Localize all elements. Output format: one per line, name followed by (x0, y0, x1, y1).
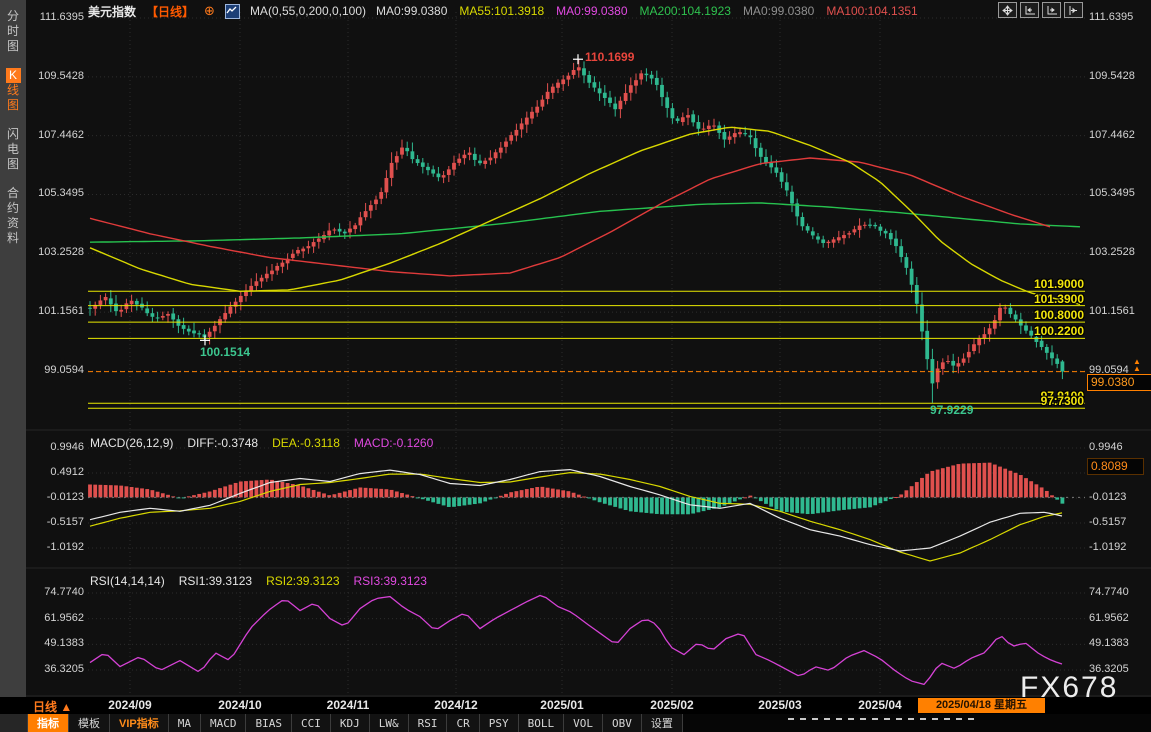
ma-value: MA100:104.1351 (826, 4, 917, 18)
toolbar-button-template[interactable]: 模板 (69, 714, 110, 732)
ma-value: MA0:99.0380 (556, 4, 627, 18)
toolbar-button-obv[interactable]: OBV (603, 714, 642, 732)
toolbar-button-rsi[interactable]: RSI (409, 714, 448, 732)
chart-tool-buttons (998, 2, 1083, 18)
date-label: 2024/11 (327, 698, 370, 712)
toolbar-button-cr[interactable]: CR (447, 714, 479, 732)
toolbar-button-lw[interactable]: LW& (370, 714, 409, 732)
pan-icon[interactable] (998, 2, 1017, 18)
toolbar-button-settings[interactable]: 设置 (642, 714, 683, 732)
left-sidebar: 分时图 K线图闪电图合约资料 (0, 0, 26, 697)
line-chart-icon (225, 4, 240, 19)
ma-values: MA0:99.0380 MA55:101.3918 MA0:99.0380 MA200… (376, 4, 918, 18)
sidebar-item-time-chart[interactable]: 分时图 (0, 9, 26, 54)
date-label: 2024/10 (218, 698, 261, 712)
sidebar-item-contract-info[interactable]: 合约资料 (0, 186, 26, 246)
toolbar-button-vip-indicator[interactable]: VIP指标 (110, 714, 169, 732)
toolbar-button-vol[interactable]: VOL (564, 714, 603, 732)
dash-marks (788, 718, 980, 720)
toolbar-button-cci[interactable]: CCI (292, 714, 331, 732)
macd-dea-value: DEA:-0.3118 (272, 436, 340, 450)
period-selector[interactable]: 日线 ▲ (33, 698, 72, 715)
symbol-title: 美元指数 (88, 3, 136, 20)
axis-expand-icon[interactable] (1020, 2, 1039, 18)
add-indicator-icon[interactable]: ⊕ (204, 3, 215, 19)
toolbar-button-ma[interactable]: MA (169, 714, 201, 732)
jump-latest-icon[interactable] (1064, 2, 1083, 18)
toolbar-button-kdj[interactable]: KDJ (331, 714, 370, 732)
bottom-toolbar: 指标模板VIP指标MAMACDBIASCCIKDJLW&RSICRPSYBOLL… (0, 714, 1151, 732)
rsi-formula: RSI(14,14,14) (90, 574, 165, 588)
macd-macd-value: MACD:-0.1260 (354, 436, 433, 450)
toolbar-button-indicator[interactable]: 指标 (28, 714, 69, 732)
toolbar-spacer (0, 714, 28, 732)
rsi-header: RSI(14,14,14) RSI1:39.3123 RSI2:39.3123 … (90, 574, 427, 588)
macd-formula: MACD(26,12,9) (90, 436, 173, 450)
ma-value: MA0:99.0380 (376, 4, 447, 18)
date-label: 2025/03 (758, 698, 801, 712)
date-label: 2024/09 (108, 698, 151, 712)
macd-diff-value: DIFF:-0.3748 (187, 436, 258, 450)
ma-value: MA55:101.3918 (459, 4, 544, 18)
sidebar-item-kline-chart[interactable]: K线图 (0, 68, 26, 113)
axis-shrink-icon[interactable] (1042, 2, 1061, 18)
chart-header: 美元指数 【日线】 ⊕ MA(0,55,0,200,0,100) MA0:99.… (88, 3, 918, 19)
rsi2-value: RSI2:39.3123 (266, 574, 339, 588)
chevron-up-icon: ▲ (60, 700, 72, 714)
period-badge: 【日线】 (146, 3, 194, 20)
rsi3-value: RSI3:39.3123 (354, 574, 427, 588)
date-label: 2024/12 (434, 698, 477, 712)
toolbar-button-psy[interactable]: PSY (480, 714, 519, 732)
sidebar-item-lightning-chart[interactable]: 闪电图 (0, 127, 26, 172)
watermark: FX678 (1020, 671, 1118, 705)
chart-canvas[interactable] (0, 0, 1151, 697)
toolbar-button-bias[interactable]: BIAS (246, 714, 292, 732)
date-label: 2025/04 (858, 698, 901, 712)
date-label: 2025/01 (540, 698, 583, 712)
ma-formula: MA(0,55,0,200,0,100) (250, 4, 366, 18)
date-label: 2025/02 (650, 698, 693, 712)
ma-value: MA0:99.0380 (743, 4, 814, 18)
rsi1-value: RSI1:39.3123 (179, 574, 252, 588)
toolbar-button-macd[interactable]: MACD (201, 714, 247, 732)
trading-app-window: 分时图 K线图闪电图合约资料 美元指数 【日线】 ⊕ MA(0,55,0,200,… (0, 0, 1151, 732)
toolbar-button-boll[interactable]: BOLL (519, 714, 565, 732)
macd-header: MACD(26,12,9) DIFF:-0.3748 DEA:-0.3118 M… (90, 436, 433, 450)
ma-value: MA200:104.1923 (640, 4, 731, 18)
